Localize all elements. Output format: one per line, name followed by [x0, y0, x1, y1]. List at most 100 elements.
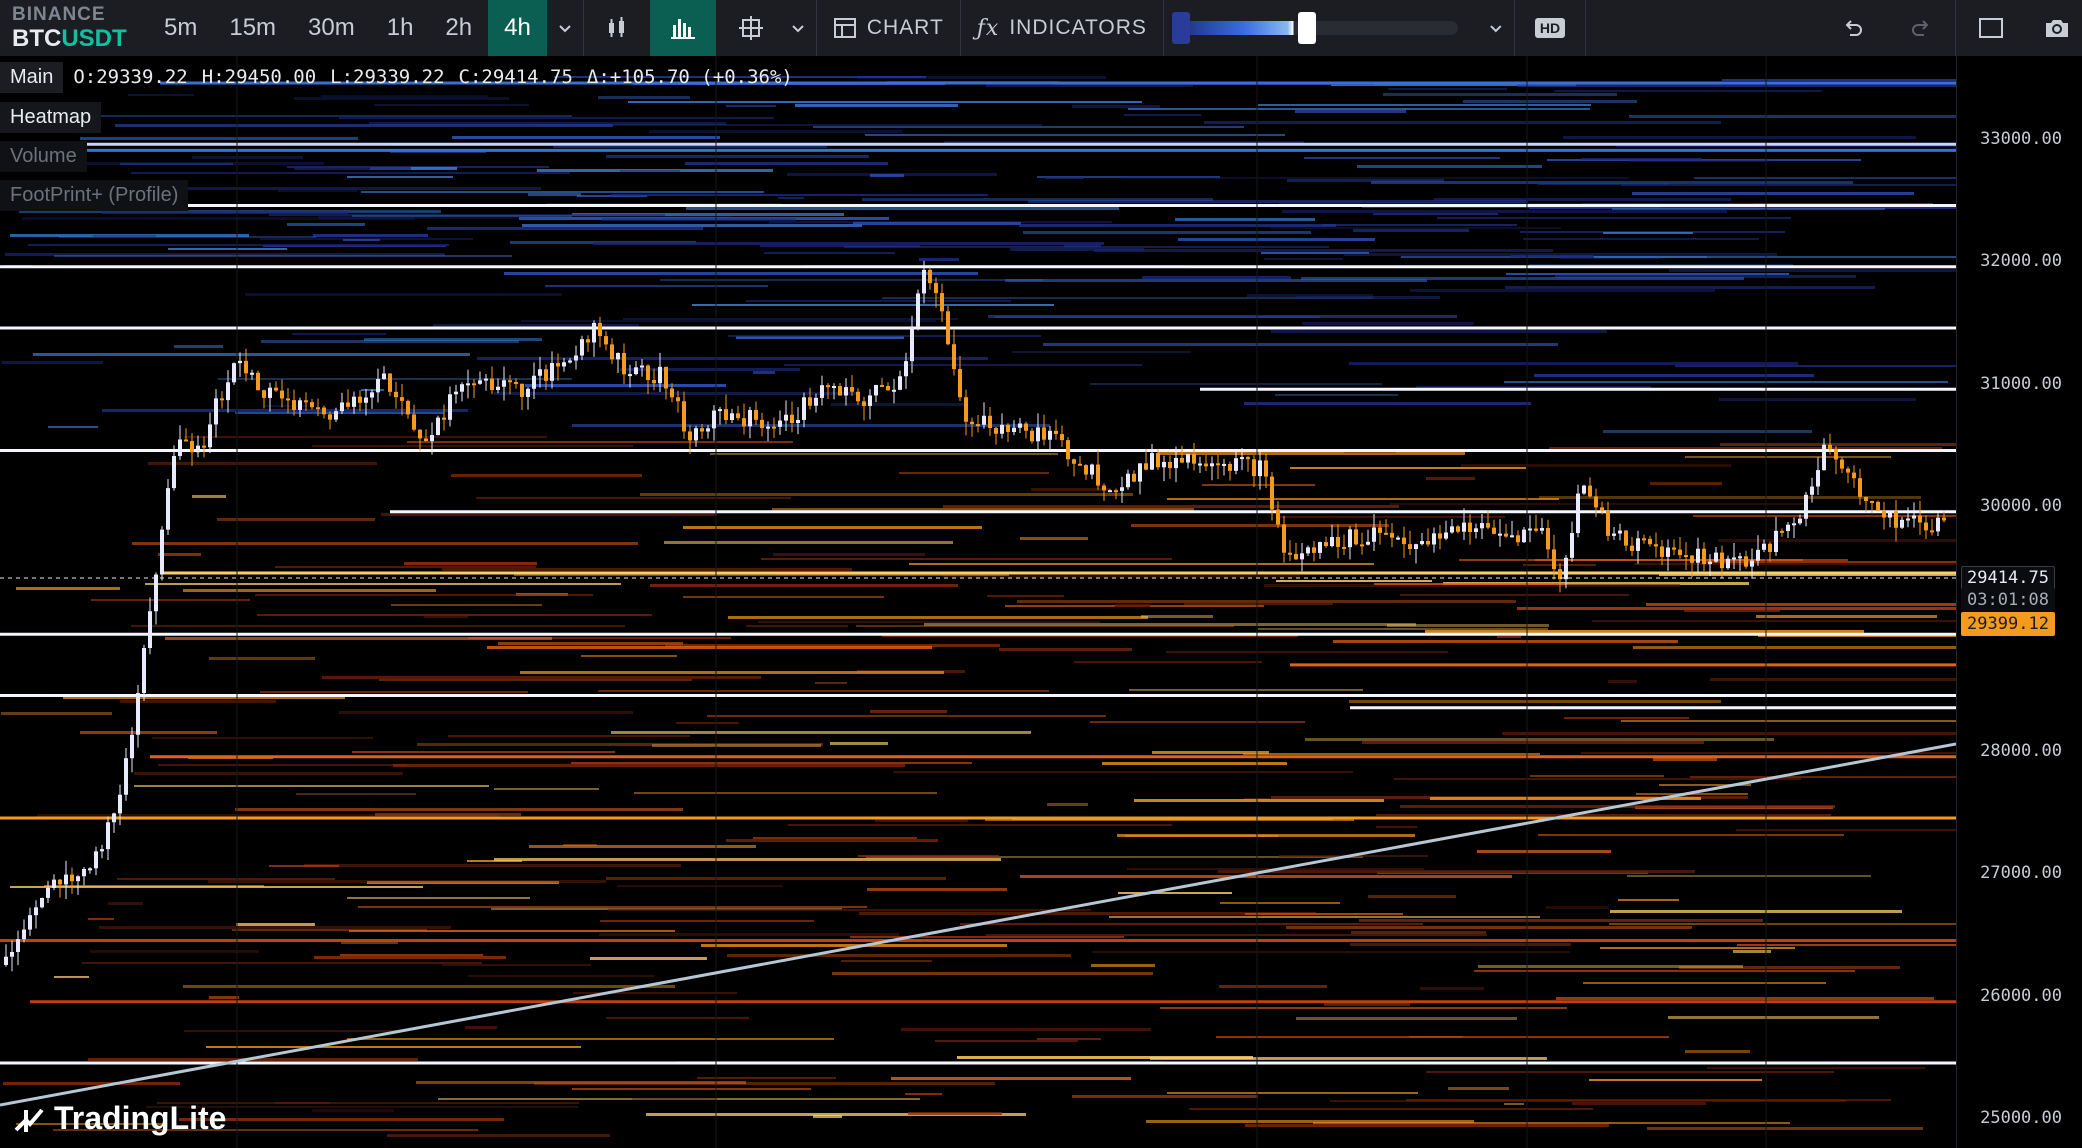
candle-body	[1354, 529, 1358, 545]
chart-area[interactable]	[0, 56, 1956, 1148]
heat-streak	[710, 453, 1058, 455]
pair-label: BTCUSDT	[12, 27, 148, 51]
marker-price-label: 29399.12	[1961, 612, 2055, 636]
heat-streak	[1461, 464, 1731, 467]
candle-body	[1498, 533, 1502, 536]
heat-streak	[1189, 1108, 1593, 1110]
heat-streak	[1220, 902, 1340, 904]
timeframe-dropdown[interactable]	[547, 0, 583, 56]
drawing-tools-dropdown[interactable]	[780, 0, 816, 56]
heat-streak	[134, 785, 489, 787]
fullscreen-button[interactable]	[1956, 0, 2026, 56]
redo-button[interactable]	[1887, 0, 1955, 56]
heat-streak	[387, 1134, 610, 1137]
heat-streak	[1530, 775, 1664, 777]
heat-streak	[448, 735, 690, 737]
heat-streak	[476, 497, 791, 499]
heat-streak	[1, 712, 112, 715]
heat-streak	[260, 691, 528, 693]
timeframe-15m[interactable]: 15m	[213, 0, 292, 56]
candle-body	[1204, 463, 1208, 467]
timeframe-5m[interactable]: 5m	[148, 0, 213, 56]
heat-streak	[91, 599, 250, 601]
screenshot-button[interactable]	[2026, 0, 2082, 56]
candle-body	[382, 373, 386, 380]
heat-streak	[692, 304, 1054, 306]
timeframe-1h[interactable]: 1h	[371, 0, 430, 56]
price-tick: 27000.00	[1980, 863, 2062, 883]
hd-toggle-button[interactable]: HD	[1515, 0, 1585, 56]
candle-body	[1804, 494, 1808, 519]
layer-footprint[interactable]: FootPrint+ (Profile)	[0, 180, 189, 211]
timeframe-2h[interactable]: 2h	[429, 0, 488, 56]
hd-icon: HD	[1534, 18, 1566, 38]
candle-body	[898, 376, 902, 390]
candle-style-button[interactable]	[584, 0, 650, 56]
drawing-tools-button[interactable]	[716, 0, 780, 56]
candle-body	[1702, 548, 1706, 565]
heatmap-mode-button[interactable]	[649, 0, 716, 56]
main-pane-label[interactable]: Main	[0, 61, 64, 93]
undo-button[interactable]	[1819, 0, 1887, 56]
slider-track[interactable]	[1171, 12, 1459, 44]
candle-body	[22, 929, 26, 940]
candle-body	[496, 386, 500, 391]
heat-streak	[553, 146, 827, 148]
candle-body	[1042, 427, 1046, 440]
redo-icon	[1912, 20, 1929, 36]
heat-streak	[174, 345, 223, 348]
heat-streak	[1275, 394, 1398, 396]
price-axis[interactable]: 33000.00 32000.00 31000.00 30000.00 2800…	[1956, 56, 2082, 1148]
heat-streak	[1160, 1007, 1567, 1009]
layer-heatmap[interactable]: Heatmap	[0, 102, 102, 133]
timeframe-4h[interactable]: 4h	[488, 0, 547, 56]
candle-body	[760, 419, 764, 429]
candle-body	[208, 424, 212, 448]
chevron-down-icon[interactable]	[1488, 20, 1504, 36]
heat-streak	[208, 880, 606, 883]
crosshair-icon	[738, 16, 763, 40]
candle-body	[1156, 453, 1160, 468]
candle-body	[406, 400, 410, 415]
chart-settings-icon	[833, 18, 856, 38]
symbol-selector[interactable]: BINANCE BTCUSDT	[0, 0, 148, 56]
candle-body	[1630, 545, 1634, 551]
candle-body	[1162, 461, 1166, 468]
heat-streak	[1090, 383, 1382, 385]
heat-streak	[611, 731, 1031, 734]
candle-body	[742, 418, 746, 427]
candle-body	[376, 379, 380, 393]
liquidity-level	[0, 1061, 1956, 1065]
heat-streak	[343, 239, 380, 241]
liquidity-level	[150, 755, 1956, 759]
chart-settings-button[interactable]: CHART	[817, 0, 960, 56]
heat-streak	[1374, 583, 1566, 585]
candle-body	[664, 366, 668, 389]
candle-body	[1882, 510, 1886, 518]
heatmap-chart[interactable]	[0, 56, 1956, 1148]
slider-handle-max[interactable]	[1297, 12, 1316, 44]
heat-streak	[608, 909, 1091, 911]
candle-body	[202, 445, 206, 448]
liquidity-level	[0, 265, 1956, 269]
candle-body	[1642, 538, 1646, 541]
indicators-button[interactable]: ƒx INDICATORS	[961, 0, 1163, 56]
heatmap-intensity-slider[interactable]	[1164, 0, 1514, 56]
heat-streak	[909, 563, 1374, 565]
heat-streak	[1426, 1071, 1834, 1073]
timeframe-30m[interactable]: 30m	[292, 0, 371, 56]
slider-handle-min[interactable]	[1171, 12, 1190, 44]
candle-body	[1834, 448, 1838, 460]
heat-streak	[54, 255, 512, 257]
heat-streak	[468, 975, 655, 977]
candle-body	[1108, 490, 1112, 493]
heat-streak	[1276, 580, 1432, 582]
candle-body	[328, 414, 332, 420]
candle-body	[1774, 530, 1778, 552]
candle-body	[880, 384, 884, 387]
layer-volume[interactable]: Volume	[0, 141, 87, 172]
heat-streak	[132, 542, 638, 545]
candle-body	[1102, 485, 1106, 491]
heat-streak	[919, 258, 959, 261]
liquidity-level	[1290, 663, 1956, 667]
